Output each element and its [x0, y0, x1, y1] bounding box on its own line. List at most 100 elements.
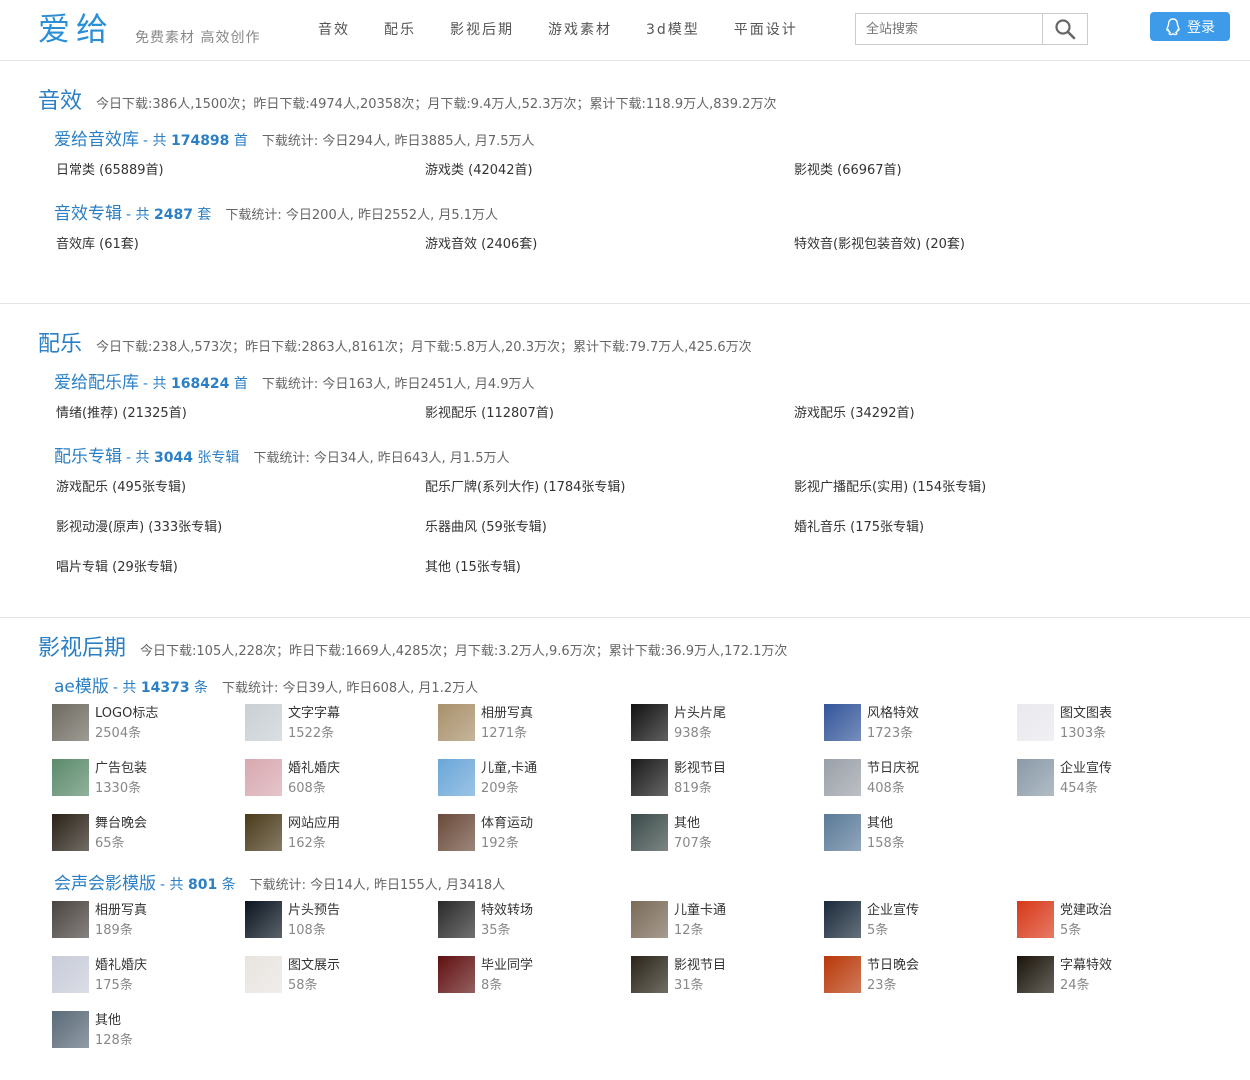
subsection-title[interactable]: 爱给音效库 — [54, 125, 139, 150]
template-tile[interactable]: 字幕特效 24条 — [1017, 956, 1210, 1011]
nav-item-music[interactable]: 配乐 — [384, 20, 416, 40]
category-link[interactable]: 日常类 (65889首) — [54, 159, 423, 199]
template-tile[interactable]: 相册写真 189条 — [52, 901, 245, 956]
template-thumbnail[interactable] — [824, 814, 861, 851]
template-thumbnail[interactable] — [438, 956, 475, 993]
template-tile[interactable]: 其他 128条 — [52, 1011, 245, 1066]
template-thumbnail[interactable] — [1017, 704, 1054, 741]
template-name[interactable]: 婚礼婚庆 — [288, 759, 340, 779]
template-name[interactable]: 影视节目 — [674, 956, 726, 976]
template-thumbnail[interactable] — [52, 1011, 89, 1048]
template-name[interactable]: 企业宣传 — [1060, 759, 1112, 779]
template-name[interactable]: 影视节目 — [674, 759, 726, 779]
template-tile[interactable]: 儿童卡通 12条 — [631, 901, 824, 956]
template-thumbnail[interactable] — [52, 814, 89, 851]
template-name[interactable]: 网站应用 — [288, 814, 340, 834]
template-thumbnail[interactable] — [1017, 901, 1054, 938]
template-thumbnail[interactable] — [438, 704, 475, 741]
category-link[interactable]: 影视广播配乐(实用) (154张专辑) — [792, 476, 1161, 516]
template-name[interactable]: 儿童卡通 — [674, 901, 726, 921]
template-tile[interactable]: 舞台晚会 65条 — [52, 814, 245, 869]
category-link[interactable]: 游戏配乐 (34292首) — [792, 402, 1161, 442]
template-tile[interactable]: 党建政治 5条 — [1017, 901, 1210, 956]
template-thumbnail[interactable] — [1017, 759, 1054, 796]
template-tile[interactable]: 体育运动 192条 — [438, 814, 631, 869]
template-thumbnail[interactable] — [245, 901, 282, 938]
search-button[interactable] — [1042, 14, 1087, 44]
template-tile[interactable]: 婚礼婚庆 608条 — [245, 759, 438, 814]
template-tile[interactable]: 特效转场 35条 — [438, 901, 631, 956]
template-name[interactable]: 企业宣传 — [867, 901, 919, 921]
template-tile[interactable]: 其他 158条 — [824, 814, 1017, 869]
template-thumbnail[interactable] — [438, 759, 475, 796]
template-thumbnail[interactable] — [245, 704, 282, 741]
template-name[interactable]: 党建政治 — [1060, 901, 1112, 921]
template-thumbnail[interactable] — [1017, 956, 1054, 993]
category-link[interactable]: 游戏配乐 (495张专辑) — [54, 476, 423, 516]
template-tile[interactable]: 企业宣传 454条 — [1017, 759, 1210, 814]
template-name[interactable]: 相册写真 — [481, 704, 533, 724]
template-tile[interactable]: 风格特效 1723条 — [824, 704, 1017, 759]
template-name[interactable]: 舞台晚会 — [95, 814, 147, 834]
template-thumbnail[interactable] — [824, 704, 861, 741]
template-name[interactable]: 婚礼婚庆 — [95, 956, 147, 976]
template-name[interactable]: 特效转场 — [481, 901, 533, 921]
category-link[interactable]: 影视类 (66967首) — [792, 159, 1161, 199]
subsection-title[interactable]: 爱给配乐库 — [54, 368, 139, 393]
template-thumbnail[interactable] — [52, 901, 89, 938]
template-name[interactable]: LOGO标志 — [95, 704, 158, 724]
category-link[interactable]: 配乐厂牌(系列大作) (1784张专辑) — [423, 476, 792, 516]
template-thumbnail[interactable] — [245, 956, 282, 993]
category-link[interactable]: 乐器曲风 (59张专辑) — [423, 516, 792, 556]
template-tile[interactable]: LOGO标志 2504条 — [52, 704, 245, 759]
category-link[interactable]: 影视动漫(原声) (333张专辑) — [54, 516, 423, 556]
nav-item-3d-models[interactable]: 3d模型 — [646, 20, 700, 40]
template-tile[interactable]: 婚礼婚庆 175条 — [52, 956, 245, 1011]
subsection-title[interactable]: 音效专辑 — [54, 199, 122, 224]
template-thumbnail[interactable] — [631, 704, 668, 741]
template-thumbnail[interactable] — [824, 759, 861, 796]
template-name[interactable]: 体育运动 — [481, 814, 533, 834]
template-name[interactable]: 文字字幕 — [288, 704, 340, 724]
template-name[interactable]: 节日庆祝 — [867, 759, 919, 779]
subsection-title[interactable]: 配乐专辑 — [54, 442, 122, 467]
template-thumbnail[interactable] — [631, 901, 668, 938]
category-link[interactable]: 音效库 (61套) — [54, 233, 423, 273]
login-button[interactable]: 登录 — [1150, 12, 1230, 41]
subsection-title[interactable]: 会声会影模版 — [54, 869, 156, 894]
template-name[interactable]: 毕业同学 — [481, 956, 533, 976]
template-tile[interactable]: 毕业同学 8条 — [438, 956, 631, 1011]
subsection-title[interactable]: ae模版 — [54, 672, 109, 697]
template-tile[interactable]: 图文图表 1303条 — [1017, 704, 1210, 759]
category-link[interactable]: 婚礼音乐 (175张专辑) — [792, 516, 1161, 556]
category-link[interactable]: 游戏类 (42042首) — [423, 159, 792, 199]
template-name[interactable]: 字幕特效 — [1060, 956, 1112, 976]
template-name[interactable]: 其他 — [867, 814, 905, 834]
template-name[interactable]: 其他 — [674, 814, 712, 834]
category-link[interactable]: 特效音(影视包装音效) (20套) — [792, 233, 1161, 273]
template-tile[interactable]: 片头预告 108条 — [245, 901, 438, 956]
template-tile[interactable]: 影视节目 819条 — [631, 759, 824, 814]
template-tile[interactable]: 图文展示 58条 — [245, 956, 438, 1011]
template-thumbnail[interactable] — [631, 814, 668, 851]
section-title[interactable]: 影视后期 — [38, 630, 126, 662]
template-name[interactable]: 图文展示 — [288, 956, 340, 976]
category-link[interactable]: 影视配乐 (112807首) — [423, 402, 792, 442]
template-tile[interactable]: 儿童,卡通 209条 — [438, 759, 631, 814]
search-input[interactable] — [856, 14, 1042, 44]
template-thumbnail[interactable] — [438, 814, 475, 851]
template-tile[interactable]: 相册写真 1271条 — [438, 704, 631, 759]
nav-item-video-post[interactable]: 影视后期 — [450, 20, 514, 40]
template-tile[interactable]: 节日庆祝 408条 — [824, 759, 1017, 814]
template-name[interactable]: 风格特效 — [867, 704, 919, 724]
template-tile[interactable]: 企业宣传 5条 — [824, 901, 1017, 956]
template-tile[interactable]: 其他 707条 — [631, 814, 824, 869]
template-tile[interactable]: 节日晚会 23条 — [824, 956, 1017, 1011]
template-thumbnail[interactable] — [52, 704, 89, 741]
template-thumbnail[interactable] — [438, 901, 475, 938]
template-tile[interactable]: 广告包装 1330条 — [52, 759, 245, 814]
template-thumbnail[interactable] — [245, 759, 282, 796]
template-thumbnail[interactable] — [52, 956, 89, 993]
nav-item-sound-effects[interactable]: 音效 — [318, 20, 350, 40]
template-thumbnail[interactable] — [824, 956, 861, 993]
